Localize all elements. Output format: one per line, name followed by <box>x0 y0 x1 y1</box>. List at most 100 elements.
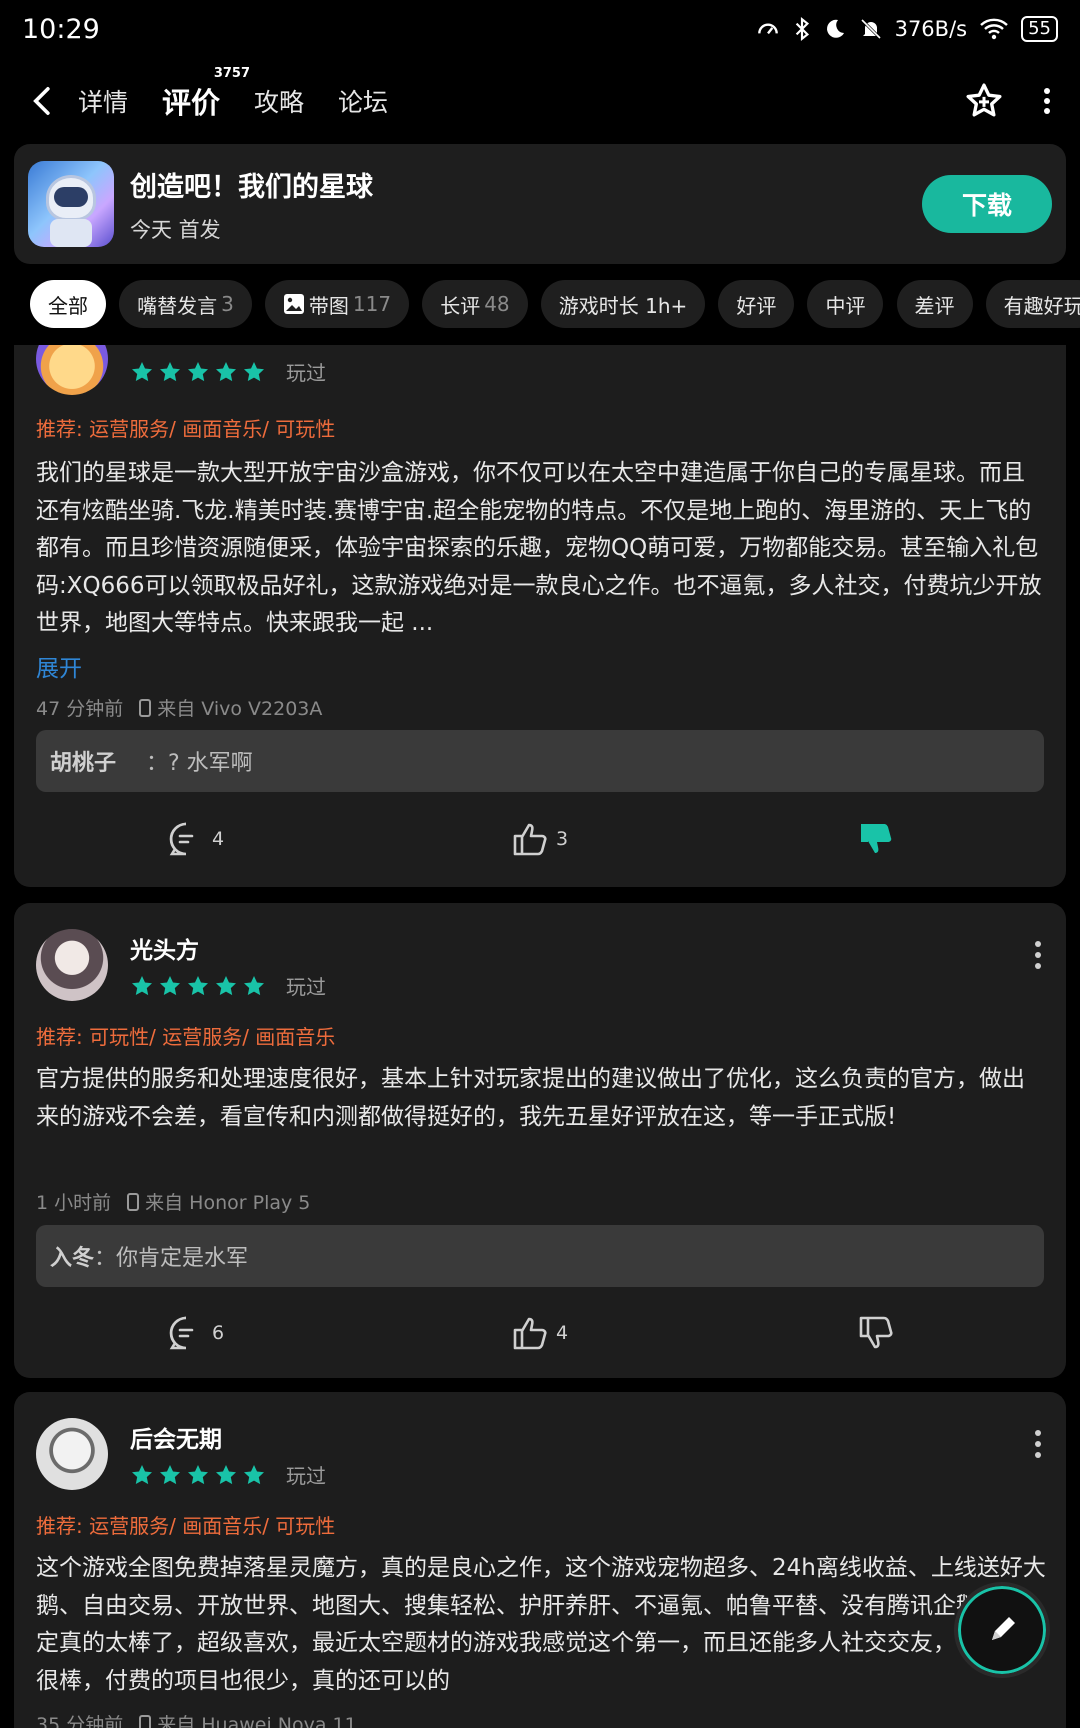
thumbs-down-icon <box>859 1316 893 1349</box>
review-actions: 6 4 <box>14 1313 1066 1363</box>
game-info: 创造吧！我们的星球 今天 首发 <box>130 165 373 244</box>
reply-username: 胡桃子 <box>50 751 117 776</box>
review-time: 1 小时前 <box>36 1192 112 1214</box>
thumbs-up-icon <box>513 1317 547 1350</box>
review-username[interactable]: 后会无期 <box>130 1420 222 1454</box>
more-vertical-icon[interactable] <box>1042 86 1052 116</box>
filter-chip-count: 3 <box>221 292 234 316</box>
like-count: 4 <box>556 1322 569 1344</box>
phone-icon <box>127 1192 140 1211</box>
mute-bell-icon <box>860 18 881 40</box>
review-tags: 推荐: 运营服务/ 画面音乐/ 可玩性 <box>36 1514 336 1538</box>
wifi-icon <box>980 18 1008 40</box>
filter-chip-label: 有趣好玩 <box>1003 293 1080 318</box>
battery-level: 55 <box>1021 16 1058 42</box>
review-list[interactable]: 玩过 推荐: 运营服务/ 画面音乐/ 可玩性 我们的星球是一款大型开放宇宙沙盒游… <box>0 345 1080 1728</box>
filter-chip-count: 48 <box>484 292 510 316</box>
filter-chip-long[interactable]: 长评 48 <box>422 280 528 328</box>
comment-button[interactable]: 6 <box>166 1313 224 1353</box>
review-content: 官方提供的服务和处理速度很好，基本上针对玩家提出的建议做出了优化，这么负责的官方… <box>36 1066 1025 1130</box>
thumbs-up-icon <box>513 823 547 856</box>
star-icon <box>188 361 208 381</box>
user-avatar[interactable] <box>36 1418 108 1490</box>
star-icon <box>188 975 208 995</box>
review-device: 来自 Huawei Nova 11 <box>157 1714 357 1728</box>
filter-chip-all[interactable]: 全部 <box>30 280 106 328</box>
game-title: 创造吧！我们的星球 <box>130 171 373 203</box>
comment-icon <box>169 1316 194 1350</box>
phone-icon <box>139 1714 152 1728</box>
filter-chip-label: 嘴替发言 <box>137 293 218 318</box>
tab-reviews[interactable]: 评价 3757 <box>162 66 250 124</box>
like-button[interactable]: 4 <box>510 1313 568 1353</box>
user-avatar[interactable] <box>36 345 108 395</box>
like-count: 3 <box>556 828 569 850</box>
filter-chip-neutral[interactable]: 中评 <box>807 280 884 328</box>
filter-chip-count: 117 <box>352 292 392 316</box>
filter-chip-positive[interactable]: 好评 <box>718 280 795 328</box>
filter-chip-mouthpiece[interactable]: 嘴替发言 3 <box>119 280 252 328</box>
tab-reviews-label: 评价 <box>162 86 221 120</box>
game-release-info: 今天 首发 <box>130 217 221 242</box>
download-button[interactable]: 下载 <box>922 175 1052 233</box>
review-meta: 1 小时前 来自 Honor Play 5 <box>36 1188 310 1215</box>
tab-forum[interactable]: 论坛 <box>338 83 388 119</box>
review-card: 光头方 玩过 推荐: 可玩性/ 运营服务/ 画面音乐 官方提供的服务和处理速度很… <box>14 903 1066 1378</box>
reply-preview[interactable]: 胡桃子 ：? 水军啊 <box>36 730 1044 792</box>
speedometer-icon <box>757 23 778 35</box>
star-icon <box>244 975 264 995</box>
tab-details[interactable]: 详情 <box>78 83 128 119</box>
star-icon <box>160 361 180 381</box>
review-tags: 推荐: 可玩性/ 运营服务/ 画面音乐 <box>36 1025 336 1049</box>
star-icon <box>216 975 236 995</box>
played-status: 玩过 <box>286 1464 326 1488</box>
filter-chip-negative[interactable]: 差评 <box>896 280 973 328</box>
write-review-button[interactable] <box>954 1582 1050 1678</box>
user-avatar[interactable] <box>36 929 108 1001</box>
filter-chip-fun[interactable]: 有趣好玩 <box>985 280 1080 328</box>
tab-guides[interactable]: 攻略 <box>254 83 304 119</box>
back-arrow-icon[interactable] <box>28 84 58 118</box>
filter-chip-label: 好评 <box>736 293 777 318</box>
reply-text: ：? 水军啊 <box>146 751 253 776</box>
expand-link[interactable]: 展开 <box>36 649 82 683</box>
review-tags: 推荐: 运营服务/ 画面音乐/ 可玩性 <box>36 417 336 441</box>
comment-icon <box>169 822 194 856</box>
star-icon <box>244 361 264 381</box>
comment-button[interactable]: 4 <box>166 819 224 859</box>
image-icon <box>283 294 304 314</box>
review-more-icon[interactable] <box>1034 1430 1042 1458</box>
like-button[interactable]: 3 <box>510 819 568 859</box>
review-time: 35 分钟前 <box>36 1714 124 1728</box>
dislike-button[interactable] <box>856 819 896 859</box>
top-nav: 详情 评价 3757 攻略 论坛 <box>0 62 1080 140</box>
reply-username: 入冬 <box>50 1246 95 1271</box>
star-icon <box>132 975 152 995</box>
dislike-button[interactable] <box>856 1313 896 1353</box>
network-speed: 376B/s <box>894 17 968 41</box>
filter-chip-label: 全部 <box>48 293 88 318</box>
filter-chip-label: 游戏时长 1h+ <box>558 293 688 318</box>
review-content: 我们的星球是一款大型开放宇宙沙盒游戏，你不仅可以在太空中建造属于你自己的专属星球… <box>36 460 1042 636</box>
bluetooth-icon <box>795 16 809 42</box>
reply-text: ：你肯定是水军 <box>94 1246 249 1271</box>
review-username[interactable]: 光头方 <box>130 931 199 965</box>
played-status: 玩过 <box>286 975 326 999</box>
review-count-badge: 3757 <box>213 66 251 81</box>
review-more-icon[interactable] <box>1034 941 1042 969</box>
review-actions: 4 3 <box>14 819 1066 869</box>
star-add-icon[interactable] <box>964 81 1004 121</box>
review-device: 来自 Vivo V2203A <box>157 698 323 720</box>
reply-preview[interactable]: 入冬 ：你肯定是水军 <box>36 1225 1044 1287</box>
star-icon <box>216 1464 236 1484</box>
pen-icon <box>992 1617 1015 1640</box>
status-icons: 376B/s 55 <box>755 16 1058 42</box>
filter-chip-playtime[interactable]: 游戏时长 1h+ <box>540 280 706 328</box>
review-meta: 47 分钟前 来自 Vivo V2203A <box>36 694 322 721</box>
rating-stars: 玩过 <box>130 1460 326 1489</box>
game-header-card[interactable]: 创造吧！我们的星球 今天 首发 下载 <box>14 144 1066 264</box>
review-card: 后会无期 玩过 推荐: 运营服务/ 画面音乐/ 可玩性 这个游戏全图免费掉落星灵… <box>14 1392 1066 1728</box>
star-icon <box>160 975 180 995</box>
status-bar: 10:29 376B/s 55 <box>0 0 1080 58</box>
filter-chip-with-images[interactable]: 带图 117 <box>264 280 410 328</box>
